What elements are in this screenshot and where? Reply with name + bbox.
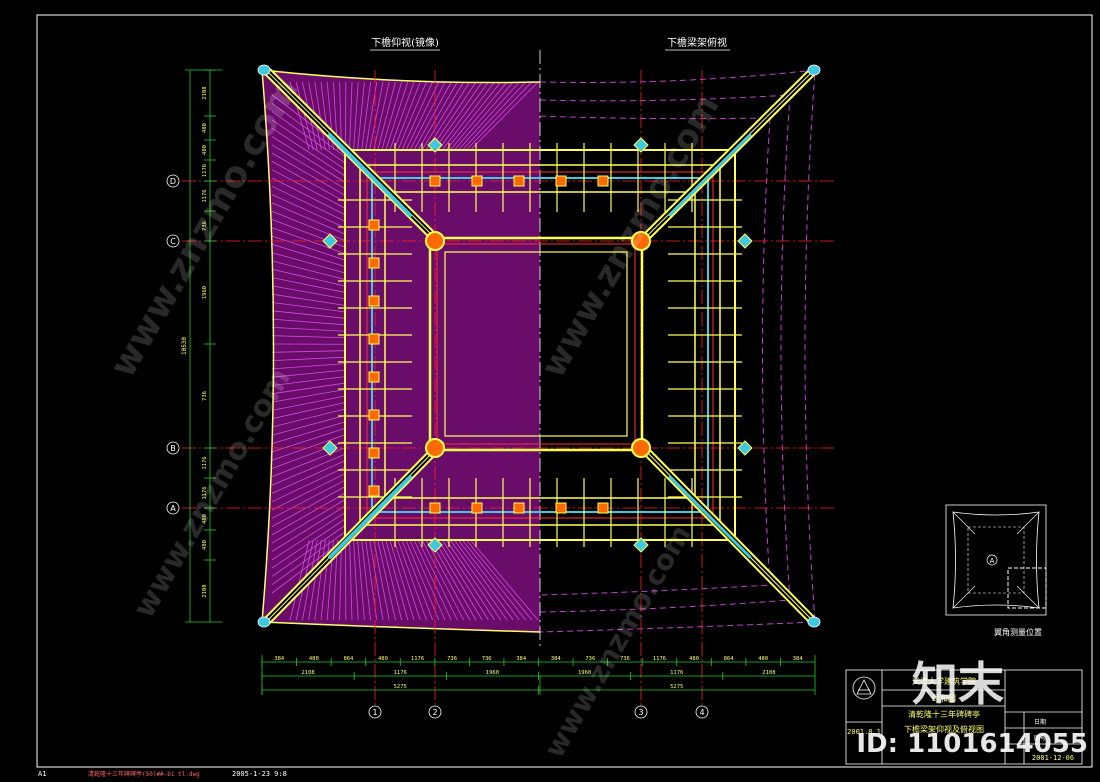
axis-label-4: 4 [699,708,704,717]
bottom-dim-value: 864 [724,656,735,662]
inset-marker: A [990,557,995,565]
bottom-dim-value: 384 [793,656,804,662]
bottom-dim-value: 864 [343,656,354,662]
watermark-site-2: www.znzmo.com [533,88,727,385]
bottom-dim-value: 1176 [411,656,424,662]
left-roof-eaves [261,69,541,633]
bottom-dim-value: 384 [274,656,285,662]
left-view-title: 下檐仰视(镜像) [371,36,439,49]
left-dim-value: 736 [202,391,208,401]
left-total-dimension: 10530 [181,337,188,355]
bottom-dim-value: 5275 [670,684,683,690]
watermark-id: ID: 1101614055 [856,729,1088,759]
left-dim-value: 2108 [202,86,208,99]
axis-label-1: 1 [372,708,377,717]
axis-label-2: 2 [432,708,437,717]
footer-date: 2005-1-23 9:8 [232,770,287,778]
bottom-dim-value: 384 [551,656,562,662]
bottom-dim-value: 1176 [653,656,666,662]
watermark-brand: 知末 [912,657,1004,711]
right-view-title: 下檐梁架俯视 [667,36,727,49]
bottom-dim-value: 480 [378,656,388,662]
axis-label-b: B [170,444,176,453]
col-axis-bubbles [368,705,709,719]
bottom-dim-value: 384 [516,656,527,662]
bottom-dim-value: 1176 [670,670,683,676]
watermark-site-4: www.znzmo.com [537,519,697,763]
left-dim-value: 480 [202,123,208,133]
left-dim-value: 2108 [202,584,208,597]
bottom-dim-value: 2108 [301,670,314,676]
bottom-dim-value: 1176 [394,670,407,676]
bottom-dim-value: 736 [447,656,457,662]
bottom-dim-value: 2108 [762,670,775,676]
inset-key-plan [945,504,1047,616]
inset-caption: 翼角测量位置 [994,627,1042,637]
left-dim-value: 1960 [202,286,208,299]
footer-file-name: 清乾隆十三年碑碑亭(50)##-b1 tl.dwg [88,770,200,778]
axis-label-a: A [170,504,176,513]
left-dim-value: 1176 [202,164,208,177]
axis-label-d: D [170,177,176,186]
bottom-dim-value: 480 [758,656,768,662]
bottom-dim-value: 480 [309,656,319,662]
cad-drawing-sheet: 下檐仰视(镜像) 下檐梁架俯视 D C B A 1 2 3 4 21084804… [36,14,1093,778]
axis-label-3: 3 [638,708,643,717]
bottom-dim-value: 480 [689,656,699,662]
bottom-dim-value: 736 [482,656,492,662]
school-emblem-icon [852,676,876,700]
title-label-date: 日期 [1034,718,1046,726]
bottom-dim-value: 5275 [394,684,407,690]
row-axis-bubbles [166,174,180,515]
sheet-border [36,14,1093,768]
bottom-dim-value: 1960 [486,670,499,676]
footer-sheet-size: A1 [38,770,46,778]
left-dim-value: 480 [202,145,208,155]
